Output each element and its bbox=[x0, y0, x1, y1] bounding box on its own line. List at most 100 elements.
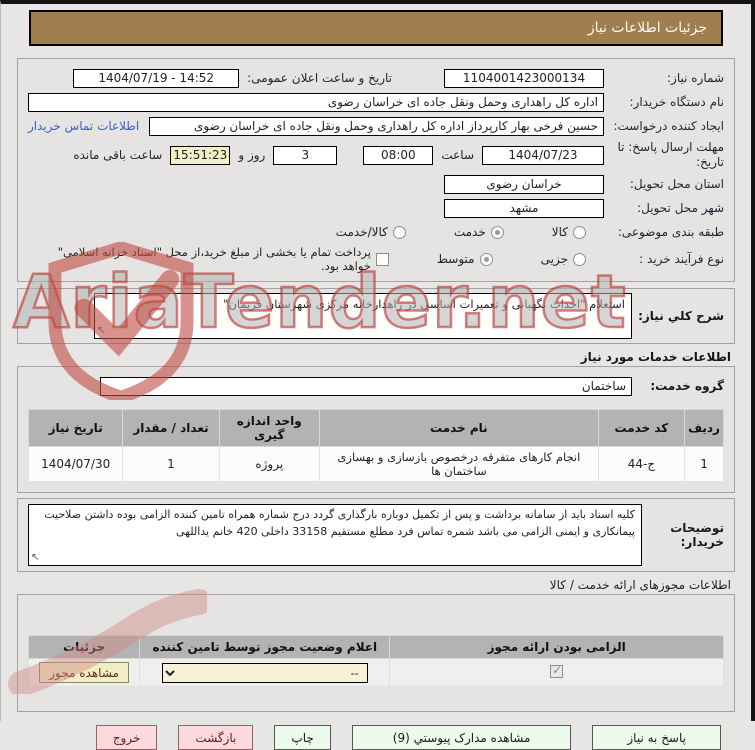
radio-label: متوسط bbox=[436, 252, 475, 266]
need-description-groupbox: شرح کلي نیاز: استعلام "احداث نگهبانی و ت… bbox=[17, 288, 735, 344]
radio-option-minor[interactable]: جزیی bbox=[541, 252, 586, 266]
need-description-text: استعلام "احداث نگهبانی و تعمیرات اساسی د… bbox=[223, 297, 625, 311]
need-description-textarea[interactable]: استعلام "احداث نگهبانی و تعمیرات اساسی د… bbox=[94, 293, 632, 339]
deadline-date-field[interactable]: 1404/07/23 bbox=[482, 145, 604, 165]
cell-need-date: 1404/07/30 bbox=[27, 446, 124, 482]
col-permit-details: جزئیات bbox=[27, 635, 141, 659]
service-group-field[interactable]: ساختمان bbox=[100, 376, 632, 396]
col-need-date: تاریخ نیاز bbox=[27, 409, 124, 447]
print-button[interactable]: چاپ bbox=[274, 725, 331, 750]
col-permit-status: اعلام وضعیت مجوز توسط تامین کننده bbox=[139, 635, 391, 659]
cell-service-name: انجام کارهای متفرقه درخصوص بازسازی و بهس… bbox=[318, 446, 599, 482]
view-permit-button[interactable]: مشاهده مجوز bbox=[39, 662, 130, 683]
col-service-code: کد خدمت bbox=[597, 409, 686, 447]
buyer-notes-groupbox: توضیحات خریدار: کلیه اسناد باید از سامان… bbox=[17, 498, 735, 572]
radio-label: جزیی bbox=[540, 252, 568, 266]
buyer-org-label: نام دستگاه خریدار: bbox=[629, 94, 725, 109]
remaining-time-label: ساعت باقی مانده bbox=[73, 148, 163, 162]
exit-button[interactable]: خروج bbox=[95, 725, 158, 750]
need-description-label: شرح کلي نیاز: bbox=[638, 309, 724, 323]
province-label: استان محل تحویل: bbox=[629, 176, 724, 191]
radio-option-service[interactable]: خدمت bbox=[454, 225, 504, 239]
services-section-title: اطلاعات خدمات مورد نیاز bbox=[580, 350, 731, 364]
classification-label: طبقه بندی موضوعی: bbox=[617, 224, 724, 239]
respond-to-need-button[interactable]: پاسخ به نیاز bbox=[592, 725, 721, 750]
service-table-row[interactable]: 1 ج-44 انجام کارهای متفرقه درخصوص بازساز… bbox=[27, 446, 724, 482]
page-title-bar: جزئیات اطلاعات نیاز bbox=[29, 10, 723, 46]
radio-option-medium[interactable]: متوسط bbox=[437, 252, 493, 266]
col-quantity: تعداد / مقدار bbox=[122, 409, 220, 447]
permit-table-row: -- مشاهده مجوز bbox=[27, 658, 724, 687]
deadline-row: مهلت ارسال پاسخ: تا تاریخ: 1404/07/23 سا… bbox=[28, 139, 724, 171]
page-title: جزئیات اطلاعات نیاز bbox=[587, 20, 707, 36]
buyer-notes-textarea[interactable]: کلیه اسناد باید از سامانه برداشت و پس از… bbox=[28, 504, 642, 566]
services-table: ردیف کد خدمت نام خدمت واحد اندازه گیری ت… bbox=[27, 409, 724, 482]
city-label: شهر محل تحویل: bbox=[637, 200, 724, 215]
radio-icon[interactable] bbox=[392, 225, 406, 239]
cell-row-number: 1 bbox=[684, 446, 724, 482]
radio-label: خدمت bbox=[453, 225, 486, 239]
cell-permit-details: مشاهده مجوز bbox=[27, 658, 141, 687]
buyer-contact-link[interactable]: اطلاعات تماس خریدار bbox=[28, 119, 139, 133]
city-row: شهر محل تحویل: مشهد bbox=[28, 197, 724, 219]
remaining-days-label: روز و bbox=[238, 148, 266, 162]
request-creator-field[interactable]: حسین فرخی بهار کارپرداز اداره کل راهداری… bbox=[149, 116, 604, 136]
process-type-label: نوع فرآیند خرید : bbox=[639, 251, 724, 266]
deadline-time-field[interactable]: 08:00 bbox=[363, 145, 434, 165]
col-row-number: ردیف bbox=[684, 409, 724, 447]
checked-checkbox-icon[interactable] bbox=[550, 663, 564, 678]
service-group-row: گروه خدمت: ساختمان bbox=[28, 375, 724, 397]
province-row: استان محل تحویل: خراسان رضوی bbox=[28, 173, 724, 195]
radio-icon[interactable] bbox=[573, 252, 586, 266]
need-details-page: { "window": { "title": "جزئیات اطلاعات ن… bbox=[0, 0, 755, 750]
buyer-notes-text: کلیه اسناد باید از سامانه برداشت و پس از… bbox=[44, 508, 635, 538]
radio-option-goods[interactable]: کالا bbox=[552, 225, 586, 239]
checkbox-label: پرداخت تمام یا بخشی از مبلغ خرید،از محل … bbox=[57, 245, 371, 273]
need-number-label: شماره نیاز: bbox=[667, 70, 724, 85]
cell-service-code: ج-44 bbox=[597, 446, 686, 482]
remaining-days-field[interactable]: 3 bbox=[273, 145, 338, 165]
permits-section-title: اطلاعات مجوزهای ارائه خدمت / کالا bbox=[549, 578, 731, 592]
remaining-time-field[interactable]: 15:51:23 bbox=[170, 145, 231, 165]
footer-button-row: پاسخ به نیاز مشاهده مدارک پیوستي (9) چاپ… bbox=[31, 725, 721, 750]
radio-label: کالا/خدمت bbox=[335, 225, 388, 239]
col-service-name: نام خدمت bbox=[318, 409, 599, 447]
need-number-field[interactable]: 1104001423000134 bbox=[444, 68, 604, 88]
service-group-label: گروه خدمت: bbox=[650, 379, 724, 393]
treasury-checkbox-option[interactable]: پرداخت تمام یا بخشی از مبلغ خرید،از محل … bbox=[28, 245, 389, 273]
resize-grip-icon[interactable]: ↖ bbox=[31, 550, 39, 565]
col-unit: واحد اندازه گیری bbox=[218, 409, 320, 447]
buyer-notes-label: توضیحات خریدار: bbox=[670, 521, 724, 549]
cell-permit-status: -- bbox=[139, 658, 391, 687]
announce-datetime-field[interactable]: 1404/07/19 - 14:52 bbox=[73, 68, 240, 88]
cell-permit-mandatory bbox=[389, 658, 724, 687]
request-creator-row: ایجاد کننده درخواست: حسین فرخی بهار کارپ… bbox=[28, 115, 724, 137]
permits-groupbox: الزامی بودن ارائه مجوز اعلام وضعیت مجوز … bbox=[17, 594, 735, 712]
services-table-header-row: ردیف کد خدمت نام خدمت واحد اندازه گیری ت… bbox=[27, 409, 724, 447]
request-creator-label: ایجاد کننده درخواست: bbox=[613, 118, 724, 133]
back-button[interactable]: بازگشت bbox=[178, 725, 254, 750]
process-type-row: نوع فرآیند خرید : جزیی متوسط پرداخت تمام… bbox=[28, 245, 724, 273]
need-number-row: شماره نیاز: 1104001423000134 تاریخ و ساع… bbox=[28, 67, 724, 89]
view-attached-docs-button[interactable]: مشاهده مدارک پیوستي (9) bbox=[351, 725, 572, 750]
radio-icon[interactable] bbox=[573, 225, 586, 239]
cell-unit: پروژه bbox=[218, 446, 320, 482]
deadline-label: مهلت ارسال پاسخ: تا تاریخ: bbox=[617, 140, 724, 169]
radio-selected-icon[interactable] bbox=[490, 225, 504, 239]
resize-grip-icon[interactable]: ↖ bbox=[97, 323, 105, 338]
permit-status-select[interactable]: -- bbox=[161, 662, 368, 683]
checkbox-icon[interactable] bbox=[375, 252, 389, 266]
province-field[interactable]: خراسان رضوی bbox=[444, 174, 604, 194]
deadline-hour-label: ساعت bbox=[441, 148, 474, 162]
services-groupbox: گروه خدمت: ساختمان ردیف کد خدمت نام خدمت… bbox=[17, 366, 735, 493]
buyer-org-row: نام دستگاه خریدار: اداره کل راهداری وحمل… bbox=[28, 91, 724, 113]
cell-quantity: 1 bbox=[122, 446, 220, 482]
buyer-org-field[interactable]: اداره کل راهداری وحمل ونقل جاده ای خراسا… bbox=[28, 92, 604, 112]
radio-selected-icon[interactable] bbox=[479, 252, 493, 266]
radio-option-goods-service[interactable]: کالا/خدمت bbox=[336, 225, 406, 239]
announce-label: تاریخ و ساعت اعلان عمومی: bbox=[247, 71, 392, 85]
city-field[interactable]: مشهد bbox=[444, 198, 604, 218]
col-permit-mandatory: الزامی بودن ارائه مجوز bbox=[389, 635, 724, 659]
need-info-groupbox: شماره نیاز: 1104001423000134 تاریخ و ساع… bbox=[17, 58, 735, 282]
permits-table-header-row: الزامی بودن ارائه مجوز اعلام وضعیت مجوز … bbox=[27, 635, 724, 659]
